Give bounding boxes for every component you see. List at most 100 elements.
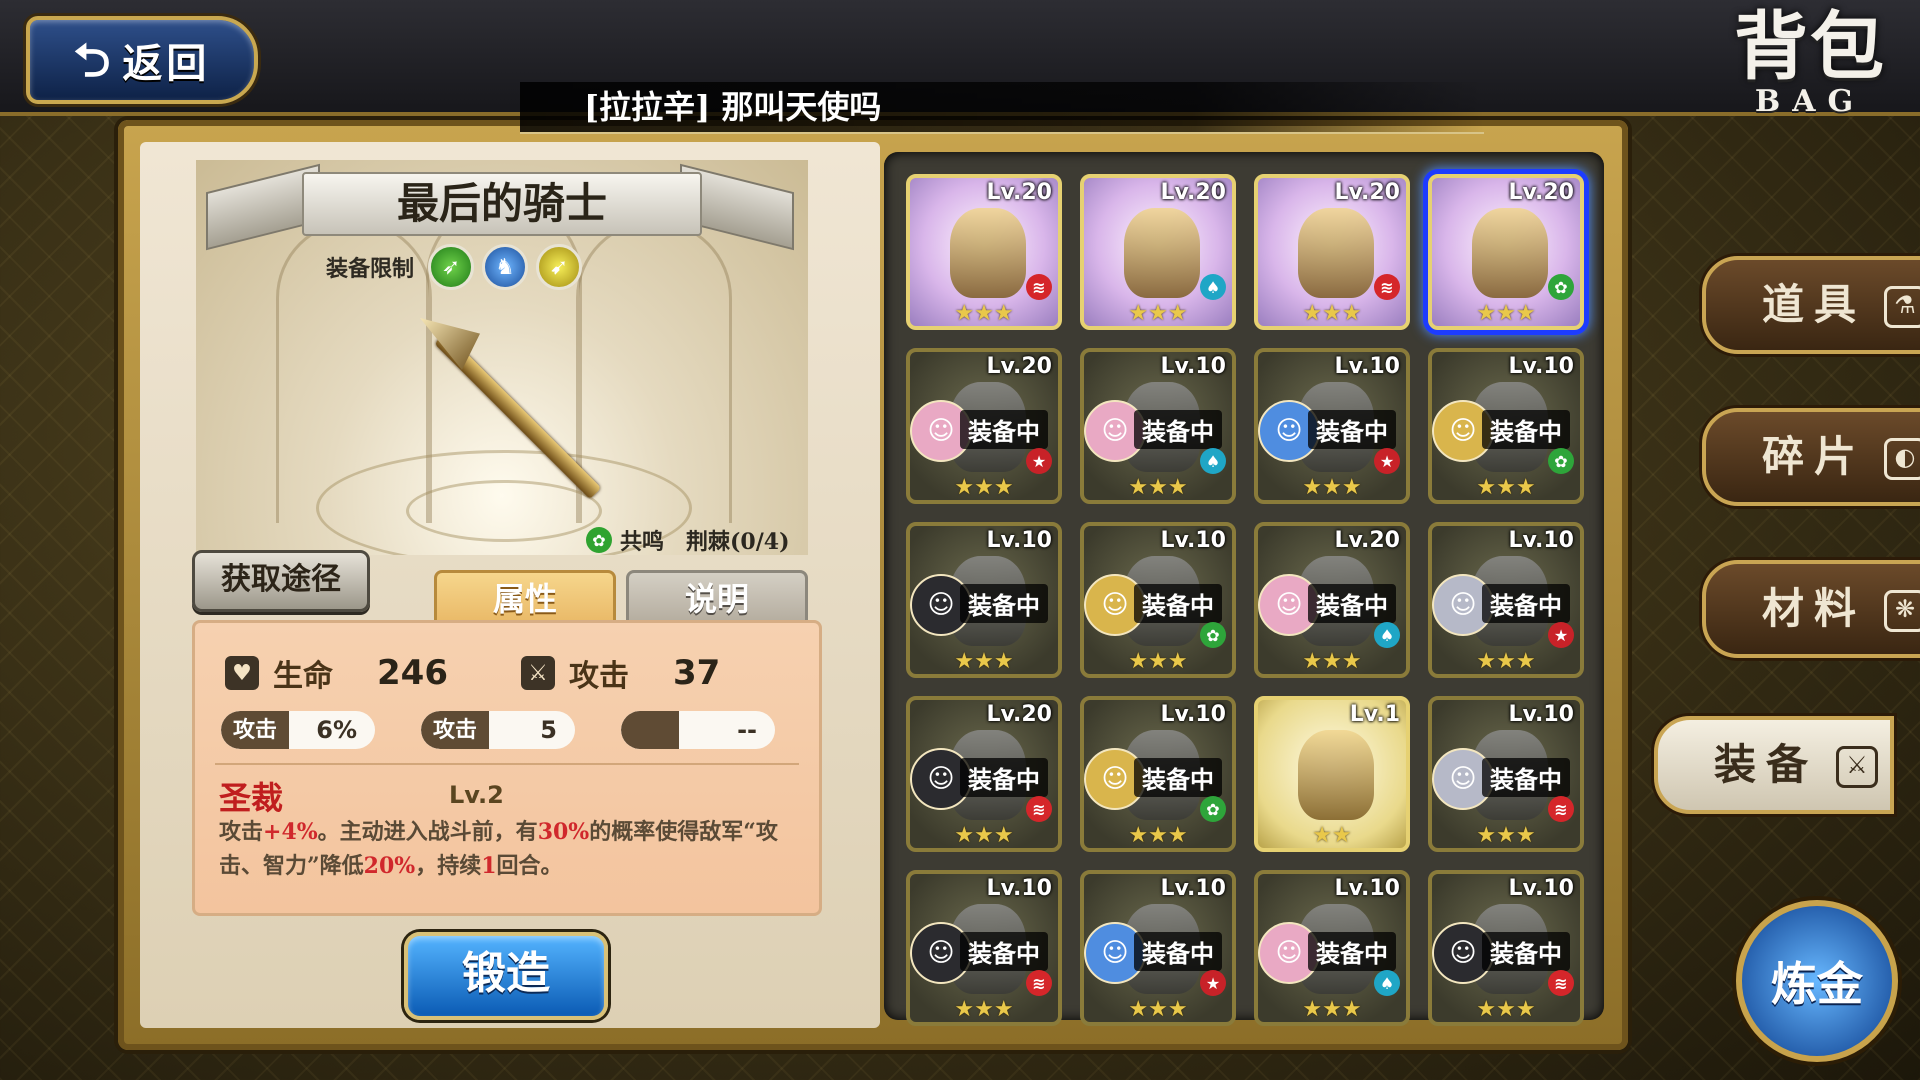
slot-level: Lv.10 bbox=[1160, 528, 1226, 553]
inventory-slot[interactable]: Lv.1 ★★ bbox=[1254, 696, 1410, 852]
side-tab-potion[interactable]: 道具 ⚗ bbox=[1702, 256, 1920, 354]
side-tab-label: 碎片 bbox=[1762, 432, 1867, 481]
spear-class-icon[interactable]: ➶ bbox=[428, 244, 475, 290]
inventory-slot[interactable]: Lv.20 ☺ 装备中 ≋ ★★★ bbox=[906, 696, 1062, 852]
slot-level: Lv.20 bbox=[1334, 180, 1400, 205]
substat-key-empty bbox=[621, 711, 679, 749]
atk-stat: ⚔ 攻击 37 bbox=[521, 651, 720, 695]
side-tab-shard[interactable]: 碎片 ◐ bbox=[1702, 408, 1920, 506]
inventory-slot[interactable]: Lv.10 ☺ 装备中 ★ ★★★ bbox=[1428, 522, 1584, 678]
slot-level: Lv.20 bbox=[986, 180, 1052, 205]
equipped-badge: 装备中 bbox=[960, 410, 1048, 449]
side-tab-label: 道具 bbox=[1762, 280, 1867, 329]
inventory-slot[interactable]: Lv.20 ✿ ★★★ bbox=[1428, 174, 1584, 330]
substat-2: 攻击 5 bbox=[421, 711, 575, 749]
stats-divider bbox=[215, 763, 799, 765]
slot-level: Lv.10 bbox=[1334, 876, 1400, 901]
red-element-icon: ≋ bbox=[1548, 796, 1574, 822]
equipped-badge: 装备中 bbox=[960, 758, 1048, 797]
skill-name: 圣裁 bbox=[219, 779, 284, 817]
inventory-slot[interactable]: Lv.20 ≋ ★★★ bbox=[1254, 174, 1410, 330]
back-label: 返回 bbox=[122, 40, 211, 87]
skill-text: ，持续 bbox=[415, 853, 482, 879]
inventory-grid: Lv.20 ≋ ★★★ Lv.20 ♠ ★★★ Lv.20 ≋ ★★★ Lv.20 ✿ ★★★ Lv.2… bbox=[906, 174, 1584, 1026]
tab-attributes[interactable]: 属性 bbox=[434, 570, 616, 625]
equipment-icon bbox=[1124, 208, 1200, 298]
inventory-slot[interactable]: Lv.10 ☺ 装备中 ♠ ★★★ bbox=[1254, 870, 1410, 1026]
inventory-slot[interactable]: Lv.10 ☺ 装备中 ♠ ★★★ bbox=[1080, 348, 1236, 504]
inventory-slot[interactable]: Lv.10 ☺ 装备中 ★★★ bbox=[906, 522, 1062, 678]
equipped-badge: 装备中 bbox=[960, 584, 1048, 623]
rarity-stars: ★★★ bbox=[954, 649, 1014, 674]
equipped-badge: 装备中 bbox=[1308, 410, 1396, 449]
rarity-stars: ★★★ bbox=[1128, 649, 1188, 674]
floor-ring-inner bbox=[406, 480, 602, 542]
side-tab-label: 材料 bbox=[1762, 584, 1867, 633]
horse-class-icon[interactable]: ♞ bbox=[482, 244, 529, 290]
inventory-slot[interactable]: Lv.10 ☺ 装备中 ✿ ★★★ bbox=[1080, 696, 1236, 852]
tab-description[interactable]: 说明 bbox=[626, 570, 808, 625]
slot-level: Lv.10 bbox=[1508, 876, 1574, 901]
hp-label: 生命 bbox=[273, 659, 333, 694]
rarity-stars: ★★★ bbox=[1476, 301, 1536, 326]
inventory-slot[interactable]: Lv.10 ☺ 装备中 ★ ★★★ bbox=[1254, 348, 1410, 504]
rarity-stars: ★★★ bbox=[954, 475, 1014, 500]
substat-3: -- bbox=[621, 711, 775, 749]
equipped-badge: 装备中 bbox=[1482, 584, 1570, 623]
inventory-slot[interactable]: Lv.10 ☺ 装备中 ✿ ★★★ bbox=[1080, 522, 1236, 678]
inventory-slot[interactable]: Lv.10 ☺ 装备中 ★ ★★★ bbox=[1080, 870, 1236, 1026]
page-title-cn: 背包 bbox=[1734, 4, 1886, 90]
resonance-label: 共鸣 bbox=[620, 529, 665, 555]
resonance-value: 荆棘(0/4) bbox=[686, 529, 790, 555]
substat-1: 攻击 6% bbox=[221, 711, 375, 749]
slot-level: Lv.1 bbox=[1349, 702, 1400, 727]
skill-value-highlight: +4% bbox=[263, 819, 318, 845]
skill-value-highlight: 30% bbox=[537, 819, 590, 845]
rarity-stars: ★★★ bbox=[1476, 649, 1536, 674]
red-element-icon: ≋ bbox=[1548, 970, 1574, 996]
substat-value: -- bbox=[737, 716, 757, 744]
inventory-slot[interactable]: Lv.10 ☺ 装备中 ≋ ★★★ bbox=[906, 870, 1062, 1026]
rarity-stars: ★★★ bbox=[954, 823, 1014, 848]
side-tab-equipment[interactable]: 装备 ⚔ bbox=[1654, 716, 1894, 814]
inventory-slot[interactable]: Lv.20 ☺ 装备中 ★ ★★★ bbox=[906, 348, 1062, 504]
acquire-button[interactable]: 获取途径 bbox=[192, 550, 370, 612]
inventory-slot[interactable]: Lv.10 ☺ 装备中 ≋ ★★★ bbox=[1428, 696, 1584, 852]
resonance-info: ✿ 共鸣 荆棘(0/4) bbox=[586, 524, 790, 556]
potion-icon: ⚗ bbox=[1884, 286, 1920, 328]
substat-key: 攻击 bbox=[221, 711, 290, 749]
equipped-badge: 装备中 bbox=[1134, 410, 1222, 449]
inventory-slot[interactable]: Lv.20 ☺ 装备中 ♠ ★★★ bbox=[1254, 522, 1410, 678]
skill-text: 回合。 bbox=[496, 853, 563, 879]
green-element-icon: ✿ bbox=[1548, 274, 1574, 300]
equipped-badge: 装备中 bbox=[960, 932, 1048, 971]
rarity-stars: ★★★ bbox=[1302, 475, 1362, 500]
forge-button[interactable]: 锻造 bbox=[404, 932, 608, 1020]
page-title-en: BAG bbox=[1754, 84, 1866, 119]
equipped-badge: 装备中 bbox=[1482, 410, 1570, 449]
skill-description: 攻击+4%。主动进入战斗前，有30%的概率使得敌军“攻击、智力”降低20%，持续… bbox=[219, 815, 799, 883]
inventory-slot[interactable]: Lv.10 ☺ 装备中 ≋ ★★★ bbox=[1428, 870, 1584, 1026]
cyan-element-icon: ♠ bbox=[1374, 622, 1400, 648]
slot-level: Lv.10 bbox=[1508, 354, 1574, 379]
restriction-label: 装备限制 bbox=[326, 256, 415, 282]
inventory-slot[interactable]: Lv.10 ☺ 装备中 ✿ ★★★ bbox=[1428, 348, 1584, 504]
alchemy-button[interactable]: 炼金 bbox=[1736, 900, 1898, 1062]
selected-item-name: [拉拉辛] 那叫天使吗 bbox=[520, 82, 1484, 134]
hp-value: 246 bbox=[377, 653, 448, 693]
wing-class-icon[interactable]: ➹ bbox=[536, 244, 583, 290]
side-tab-material[interactable]: 材料 ❋ bbox=[1702, 560, 1920, 658]
rarity-stars: ★★★ bbox=[954, 301, 1014, 326]
rarity-stars: ★★★ bbox=[1128, 475, 1188, 500]
slot-level: Lv.20 bbox=[1160, 180, 1226, 205]
equipped-badge: 装备中 bbox=[1308, 932, 1396, 971]
atk-label: 攻击 bbox=[569, 659, 629, 694]
equipment-icon bbox=[1472, 208, 1548, 298]
inventory-slot[interactable]: Lv.20 ♠ ★★★ bbox=[1080, 174, 1236, 330]
slot-level: Lv.20 bbox=[1508, 180, 1574, 205]
inventory-slot[interactable]: Lv.20 ≋ ★★★ bbox=[906, 174, 1062, 330]
rarity-stars: ★★★ bbox=[1476, 823, 1536, 848]
slot-level: Lv.10 bbox=[986, 876, 1052, 901]
back-button[interactable]: ⮌ 返回 bbox=[26, 16, 258, 104]
rarity-stars: ★★★ bbox=[954, 997, 1014, 1022]
